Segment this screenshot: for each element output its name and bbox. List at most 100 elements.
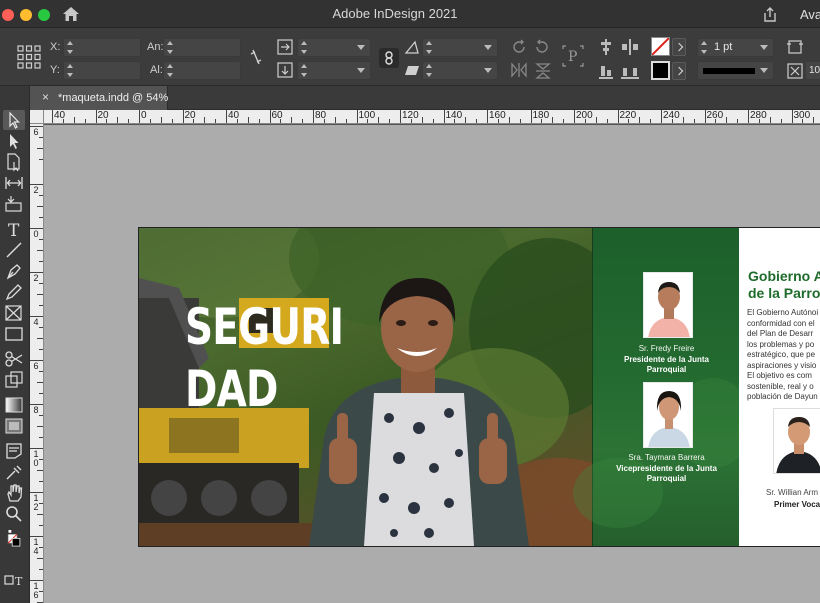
user-label[interactable]: Ava: [800, 7, 820, 22]
tab-close-button[interactable]: ×: [42, 90, 49, 104]
hand-tool-icon[interactable]: [3, 483, 25, 503]
height-label: Al:: [150, 64, 163, 76]
ruler-minor-tick: [37, 294, 43, 295]
line-tool-icon[interactable]: [3, 240, 25, 260]
rotation-field[interactable]: [422, 38, 498, 57]
ruler-label: 0: [141, 110, 147, 121]
ruler-minor-tick: [628, 119, 630, 123]
ruler-minor-tick: [519, 119, 521, 123]
view-mode-icon[interactable]: T: [3, 572, 25, 592]
free-transform-tool-icon[interactable]: [3, 370, 25, 390]
scissors-tool-icon[interactable]: [3, 349, 25, 369]
flip-vertical-icon[interactable]: [535, 62, 551, 80]
distribute-spacing-icon[interactable]: [620, 62, 640, 80]
fill-stroke-swatch-icon[interactable]: [3, 529, 25, 563]
ruler-minor-tick: [37, 470, 43, 471]
gradient-feather-tool-icon[interactable]: [3, 416, 25, 436]
ruler-origin[interactable]: [30, 110, 44, 124]
tools-panel: T T: [0, 86, 30, 603]
shear-field[interactable]: [422, 61, 498, 80]
fill-swatch-menu-button[interactable]: [672, 38, 686, 56]
board-members-panel[interactable]: Sr. Fredy Freire Presidente de la Junta …: [573, 228, 753, 546]
gap-tool-icon[interactable]: [3, 173, 25, 193]
rectangle-frame-tool-icon[interactable]: [3, 303, 25, 323]
headline[interactable]: SEGURI DAD: [185, 296, 344, 420]
gradient-swatch-tool-icon[interactable]: [3, 395, 25, 415]
government-title[interactable]: Gobierno Autó de la Parroqu: [748, 268, 820, 302]
fitting-frame-icon[interactable]: [787, 39, 803, 55]
note-tool-icon[interactable]: [3, 441, 25, 461]
stroke-weight-field[interactable]: 1 pt: [697, 38, 774, 57]
ruler-minor-tick: [465, 117, 467, 123]
distribute-center-icon[interactable]: [620, 38, 640, 56]
fill-none-swatch-icon[interactable]: [651, 37, 670, 56]
control-bar: X: Y: An: Al: P 1 pt 10: [0, 28, 820, 86]
vertical-ruler[interactable]: 6 2 0 2 4 6 8 10 12 14 16: [30, 124, 44, 603]
ruler-major-tick: [400, 110, 401, 123]
align-bottom-icon[interactable]: [598, 62, 614, 80]
rotate-clockwise-icon[interactable]: [510, 38, 528, 56]
document-spread[interactable]: SEGURI DAD Sr. Fredy Freire Presidente d…: [138, 227, 820, 547]
member-name-fredy: Sr. Fredy Freire: [638, 344, 695, 353]
member-role-fredy-line-2: Parroquial: [646, 365, 687, 374]
rectangle-tool-icon[interactable]: [3, 324, 25, 344]
share-icon[interactable]: [762, 6, 778, 23]
ruler-minor-tick: [37, 338, 43, 339]
y-position-field[interactable]: [63, 61, 141, 80]
stroke-type-field[interactable]: [697, 61, 774, 80]
tab-maqueta-indd[interactable]: × *maqueta.indd @ 54%: [30, 86, 168, 110]
horizontal-ruler[interactable]: 40 20 0 20 40 60 80 100 120 140 160 180 200 220 240 260…: [44, 110, 820, 124]
zoom-tool-icon[interactable]: [3, 504, 25, 524]
stroke-swatch-icon[interactable]: [651, 61, 670, 80]
app-title: Adobe InDesign 2021: [332, 6, 458, 21]
body-line: conformidad con el: [747, 318, 815, 328]
government-info-page[interactable]: Gobierno Autó de la Parroqu El Gobierno …: [739, 228, 820, 546]
fitting-value-field[interactable]: 100: [805, 61, 820, 80]
type-tool-icon[interactable]: T: [3, 219, 25, 241]
pen-tool-icon[interactable]: [3, 261, 25, 281]
ruler-label: 2: [33, 185, 39, 195]
y-label: Y:: [50, 64, 60, 76]
member-name-willian: Sr. Willian Arm: [766, 488, 819, 497]
member-photo-willian[interactable]: [773, 408, 820, 474]
rotate-counterclockwise-icon[interactable]: [533, 38, 551, 56]
ruler-minor-tick: [508, 117, 510, 123]
scale-y-field[interactable]: [297, 61, 371, 80]
ruler-minor-tick: [650, 119, 652, 123]
member-photo-fredy[interactable]: [643, 272, 693, 338]
height-field[interactable]: [163, 61, 241, 80]
page-tool-icon[interactable]: [3, 152, 25, 172]
x-position-field[interactable]: [63, 38, 141, 57]
government-body-text[interactable]: El Gobierno Autónoi conformidad con el d…: [747, 308, 820, 403]
constrain-scale-button[interactable]: [379, 48, 399, 68]
ruler-minor-tick: [584, 119, 586, 123]
pencil-tool-icon[interactable]: [3, 282, 25, 302]
selection-tool-icon[interactable]: [3, 110, 25, 130]
government-title-line-2: de la Parroqu: [748, 285, 820, 301]
body-line: estratégico, que pe: [747, 350, 816, 359]
direct-selection-indicator-icon[interactable]: P: [560, 43, 586, 69]
ruler-minor-tick: [421, 117, 423, 123]
ruler-minor-tick: [432, 119, 434, 123]
content-collector-icon[interactable]: [3, 194, 25, 214]
ruler-minor-tick: [682, 117, 684, 123]
fitting-content-icon[interactable]: [787, 63, 803, 79]
reference-point-icon[interactable]: [17, 45, 41, 69]
stroke-swatch-menu-button[interactable]: [672, 62, 686, 80]
ruler-minor-tick: [726, 117, 728, 123]
scale-x-field[interactable]: [297, 38, 371, 57]
align-center-vertical-icon[interactable]: [598, 38, 614, 56]
direct-selection-tool-icon[interactable]: [3, 131, 25, 151]
ruler-major-tick: [313, 110, 314, 123]
eyedropper-tool-icon[interactable]: [3, 462, 25, 482]
width-field[interactable]: [163, 38, 241, 57]
ruler-minor-tick: [39, 349, 43, 350]
constrain-link-icon[interactable]: [249, 48, 263, 66]
flip-horizontal-icon[interactable]: [510, 62, 528, 78]
body-line: sostenible, real y o: [747, 381, 814, 391]
member-photo-taymara[interactable]: [643, 382, 693, 448]
ruler-minor-tick: [595, 117, 597, 123]
cover-photo-page[interactable]: SEGURI DAD: [139, 228, 592, 546]
svg-text:T: T: [8, 221, 20, 239]
member-role-fredy-line-1: Presidente de la Junta: [624, 355, 709, 364]
